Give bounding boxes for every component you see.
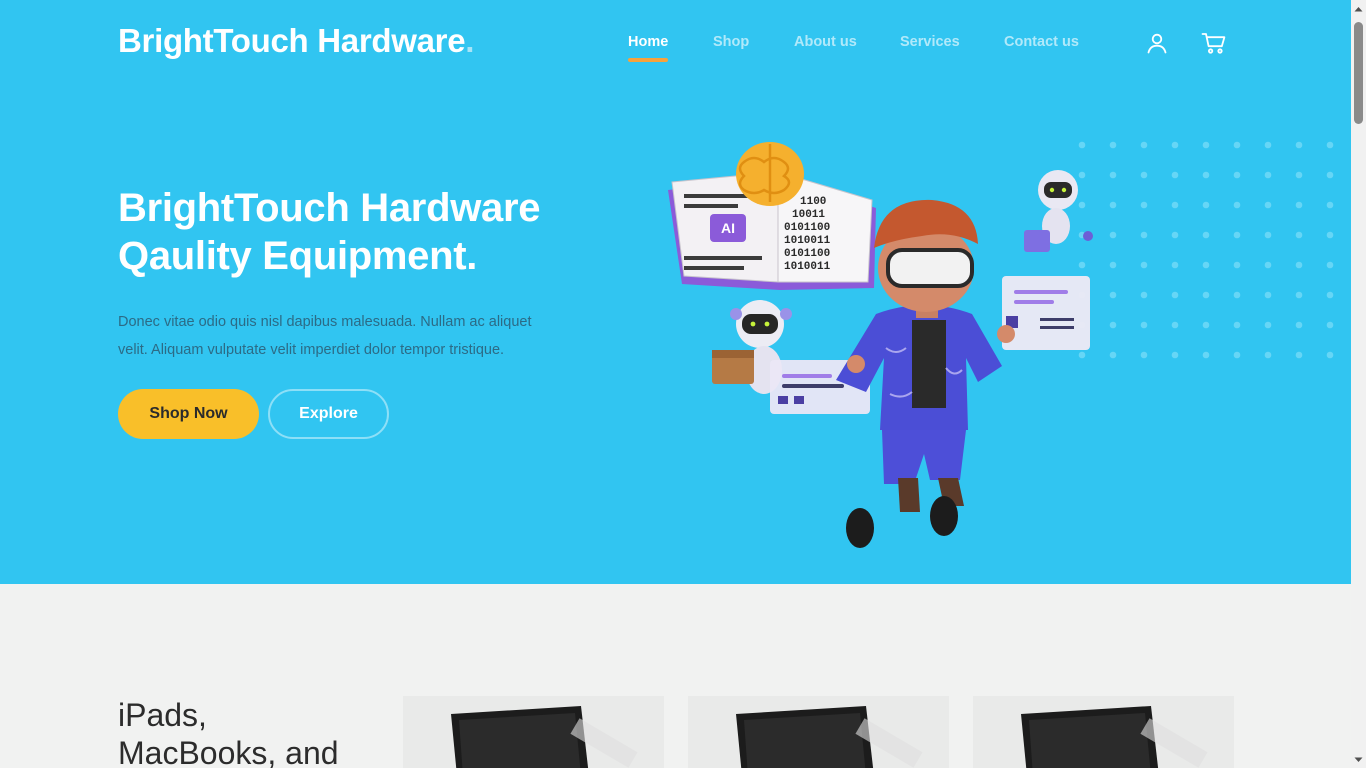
hero-title-line-2: Qaulity Equipment. — [118, 234, 478, 278]
nav-home-label: Home — [628, 34, 669, 50]
product-card-1[interactable] — [403, 696, 664, 768]
laptop-image — [1021, 706, 1208, 768]
nav-contact-us[interactable]: Contact us — [1004, 34, 1079, 50]
binary-line: 0101100 — [784, 222, 830, 234]
vertical-scrollbar[interactable] — [1351, 0, 1366, 768]
page: BrightTouch Hardware. Home Shop About us… — [0, 0, 1351, 768]
book-ai-label: AI — [721, 220, 735, 236]
binary-line: 1010011 — [784, 261, 831, 273]
scrollbar-thumb[interactable] — [1354, 22, 1363, 124]
binary-line: 10011 — [792, 209, 825, 221]
laptop-image — [451, 706, 638, 768]
brand-dot: . — [465, 22, 475, 59]
product-card-3[interactable] — [973, 696, 1234, 768]
products-heading: iPads, MacBooks, and — [118, 696, 339, 768]
cart-icon[interactable] — [1199, 28, 1229, 58]
hero-title-line-1: BrightTouch Hardware — [118, 186, 541, 230]
dot-pattern-decoration — [1078, 141, 1351, 361]
nav-shop[interactable]: Shop — [713, 34, 749, 50]
binary-line: 0101100 — [784, 248, 830, 260]
floating-screen-right — [1002, 276, 1090, 350]
binary-line: 1010011 — [784, 235, 831, 247]
scroll-up-arrow-icon[interactable] — [1351, 0, 1366, 17]
products-section: iPads, MacBooks, and — [0, 584, 1351, 768]
laptop-image — [736, 706, 923, 768]
nav-active-underline — [628, 58, 668, 62]
products-heading-line-1: iPads, — [118, 697, 207, 733]
nav-services[interactable]: Services — [900, 34, 960, 50]
nav-home[interactable]: Home — [628, 34, 669, 62]
hero-description: Donec vitae odio quis nisl dapibus males… — [118, 314, 532, 358]
scroll-down-arrow-icon[interactable] — [1351, 751, 1366, 768]
product-card-2[interactable] — [688, 696, 949, 768]
robot-top-right — [1024, 170, 1093, 252]
binary-line: 1100 — [800, 196, 826, 208]
hero-illustration: AI 1100 10011 0101100 1010011 0101100 10… — [668, 142, 1093, 548]
hero-title: BrightTouch Hardware Qaulity Equipment. — [118, 184, 540, 280]
explore-button[interactable]: Explore — [268, 389, 389, 439]
nav-about-us[interactable]: About us — [794, 34, 857, 50]
hero-section: BrightTouch Hardware. Home Shop About us… — [0, 0, 1351, 584]
shop-now-button[interactable]: Shop Now — [118, 389, 259, 439]
brain-illustration — [736, 142, 804, 206]
user-icon[interactable] — [1142, 28, 1172, 58]
brand-name: BrightTouch Hardware — [118, 22, 466, 59]
products-heading-line-2: MacBooks, and — [118, 735, 339, 768]
brand-logo[interactable]: BrightTouch Hardware. — [118, 22, 474, 60]
